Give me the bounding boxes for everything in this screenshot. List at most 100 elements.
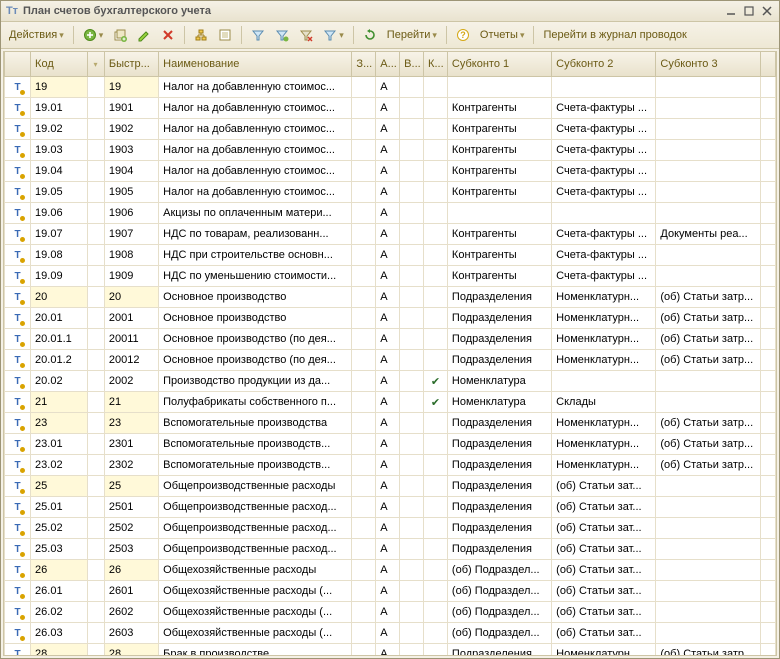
table-row[interactable]: T19.091909НДС по уменьшению стоимости...…: [5, 266, 776, 287]
sort-cell: [87, 287, 104, 308]
reports-menu[interactable]: Отчеты▾: [476, 25, 529, 45]
col-fast[interactable]: Быстр...: [104, 52, 158, 77]
help-button[interactable]: ?: [452, 25, 474, 45]
row-icon-cell: T: [5, 581, 31, 602]
edit-button[interactable]: [133, 25, 155, 45]
sort-cell: [87, 245, 104, 266]
z-cell: [352, 161, 376, 182]
fast-cell: 19: [104, 77, 158, 98]
sub2-cell: Склады: [552, 392, 656, 413]
table-row[interactable]: T20.01.120011Основное производство (по д…: [5, 329, 776, 350]
code-cell: 19.04: [31, 161, 87, 182]
table-row[interactable]: T19.071907НДС по товарам, реализованн...…: [5, 224, 776, 245]
hierarchy-button[interactable]: [190, 25, 212, 45]
z-cell: [352, 350, 376, 371]
table-row[interactable]: T26.032603Общехозяйственные расходы (...…: [5, 623, 776, 644]
account-icon: T: [14, 544, 20, 555]
table-row[interactable]: T2121Полуфабрикаты собственного п...А✔Но…: [5, 392, 776, 413]
goto-menu[interactable]: Перейти▾: [383, 25, 441, 45]
k-cell: [424, 161, 448, 182]
table-row[interactable]: T19.011901Налог на добавленную стоимос..…: [5, 98, 776, 119]
table-row[interactable]: T20.012001Основное производствоАПодразде…: [5, 308, 776, 329]
filter1-button[interactable]: [247, 25, 269, 45]
account-icon: T: [14, 103, 20, 114]
maximize-button[interactable]: [741, 4, 757, 18]
table-row[interactable]: T2828Брак в производствеАПодразделенияНо…: [5, 644, 776, 657]
table-row[interactable]: T26.022602Общехозяйственные расходы (...…: [5, 602, 776, 623]
z-cell: [352, 392, 376, 413]
col-sort[interactable]: ▾: [87, 52, 104, 77]
fast-cell: 1908: [104, 245, 158, 266]
col-k[interactable]: К...: [424, 52, 448, 77]
table-row[interactable]: T20.01.220012Основное производство (по д…: [5, 350, 776, 371]
a-cell: А: [376, 476, 400, 497]
z-cell: [352, 644, 376, 657]
sub2-cell: Номенклатурн...: [552, 287, 656, 308]
refresh-button[interactable]: [359, 25, 381, 45]
copy-button[interactable]: [109, 25, 131, 45]
table-row[interactable]: T23.012301Вспомогательные производств...…: [5, 434, 776, 455]
journal-button[interactable]: Перейти в журнал проводок: [539, 25, 690, 45]
sub3-cell: [656, 245, 760, 266]
code-cell: 28: [31, 644, 87, 657]
table-row[interactable]: T19.061906Акцизы по оплаченным матери...…: [5, 203, 776, 224]
code-cell: 20.02: [31, 371, 87, 392]
pad-cell: [760, 434, 775, 455]
minimize-button[interactable]: [723, 4, 739, 18]
col-name[interactable]: Наименование: [159, 52, 352, 77]
name-cell: Налог на добавленную стоимос...: [159, 77, 352, 98]
code-cell: 19.07: [31, 224, 87, 245]
fast-cell: 2503: [104, 539, 158, 560]
col-icon[interactable]: [5, 52, 31, 77]
table-row[interactable]: T25.022502Общепроизводственные расход...…: [5, 518, 776, 539]
sub1-cell: (об) Подраздел...: [447, 560, 551, 581]
grid[interactable]: Код ▾ Быстр... Наименование З... А... В.…: [3, 51, 777, 656]
code-cell: 23: [31, 413, 87, 434]
table-row[interactable]: T2323Вспомогательные производстваАПодраз…: [5, 413, 776, 434]
col-sub2[interactable]: Субконто 2: [552, 52, 656, 77]
col-sub3[interactable]: Субконто 3: [656, 52, 760, 77]
table-row[interactable]: T20.022002Производство продукции из да..…: [5, 371, 776, 392]
table-row[interactable]: T19.051905Налог на добавленную стоимос..…: [5, 182, 776, 203]
code-cell: 20: [31, 287, 87, 308]
col-z[interactable]: З...: [352, 52, 376, 77]
col-sub1[interactable]: Субконто 1: [447, 52, 551, 77]
table-row[interactable]: T2525Общепроизводственные расходыАПодраз…: [5, 476, 776, 497]
table-row[interactable]: T25.012501Общепроизводственные расход...…: [5, 497, 776, 518]
table-row[interactable]: T25.032503Общепроизводственные расход...…: [5, 539, 776, 560]
table-row[interactable]: T2626Общехозяйственные расходыА(об) Подр…: [5, 560, 776, 581]
table-row[interactable]: T19.021902Налог на добавленную стоимос..…: [5, 119, 776, 140]
add-button[interactable]: ▾: [79, 25, 108, 45]
delete-button[interactable]: [157, 25, 179, 45]
table-row[interactable]: T1919Налог на добавленную стоимос...А: [5, 77, 776, 98]
find-button[interactable]: [214, 25, 236, 45]
code-cell: 20.01.1: [31, 329, 87, 350]
code-cell: 19.03: [31, 140, 87, 161]
table-row[interactable]: T19.031903Налог на добавленную стоимос..…: [5, 140, 776, 161]
actions-menu[interactable]: Действия▾: [5, 25, 68, 45]
table-row[interactable]: T26.012601Общехозяйственные расходы (...…: [5, 581, 776, 602]
v-cell: [400, 350, 424, 371]
filter2-button[interactable]: [271, 25, 293, 45]
v-cell: [400, 455, 424, 476]
sub2-cell: Номенклатурн...: [552, 308, 656, 329]
col-a[interactable]: А...: [376, 52, 400, 77]
filter4-button[interactable]: ▾: [319, 25, 348, 45]
fast-cell: 2301: [104, 434, 158, 455]
table-row[interactable]: T19.081908НДС при строительстве основн..…: [5, 245, 776, 266]
table-row[interactable]: T23.022302Вспомогательные производств...…: [5, 455, 776, 476]
sub3-cell: [656, 182, 760, 203]
table-row[interactable]: T2020Основное производствоАПодразделения…: [5, 287, 776, 308]
k-cell: [424, 539, 448, 560]
separator: [184, 26, 185, 44]
close-button[interactable]: [759, 4, 775, 18]
col-code-label: Код: [35, 58, 54, 70]
col-v[interactable]: В...: [400, 52, 424, 77]
sub1-cell: Подразделения: [447, 287, 551, 308]
sub3-cell: [656, 140, 760, 161]
col-code[interactable]: Код: [31, 52, 87, 77]
filter3-button[interactable]: [295, 25, 317, 45]
z-cell: [352, 434, 376, 455]
table-row[interactable]: T19.041904Налог на добавленную стоимос..…: [5, 161, 776, 182]
name-cell: Брак в производстве: [159, 644, 352, 657]
